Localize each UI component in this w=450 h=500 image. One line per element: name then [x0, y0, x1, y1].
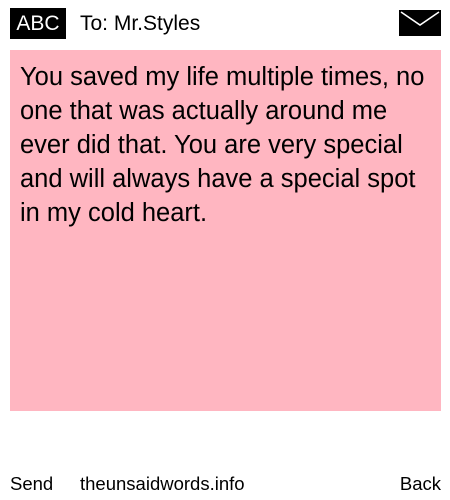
softkey-bar: Send theunsaidwords.info Back — [0, 470, 450, 498]
header-bar: ABC To: Mr.Styles — [0, 0, 450, 50]
recipient-label: To: Mr.Styles — [80, 12, 201, 35]
input-mode-badge[interactable]: ABC — [10, 8, 66, 39]
envelope-icon — [399, 10, 441, 36]
message-text: You saved my life multiple times, no one… — [20, 63, 425, 227]
send-button[interactable]: Send — [10, 470, 53, 498]
message-card[interactable]: You saved my life multiple times, no one… — [10, 50, 441, 411]
site-link[interactable]: theunsaidwords.info — [80, 470, 245, 498]
back-button[interactable]: Back — [400, 470, 441, 498]
